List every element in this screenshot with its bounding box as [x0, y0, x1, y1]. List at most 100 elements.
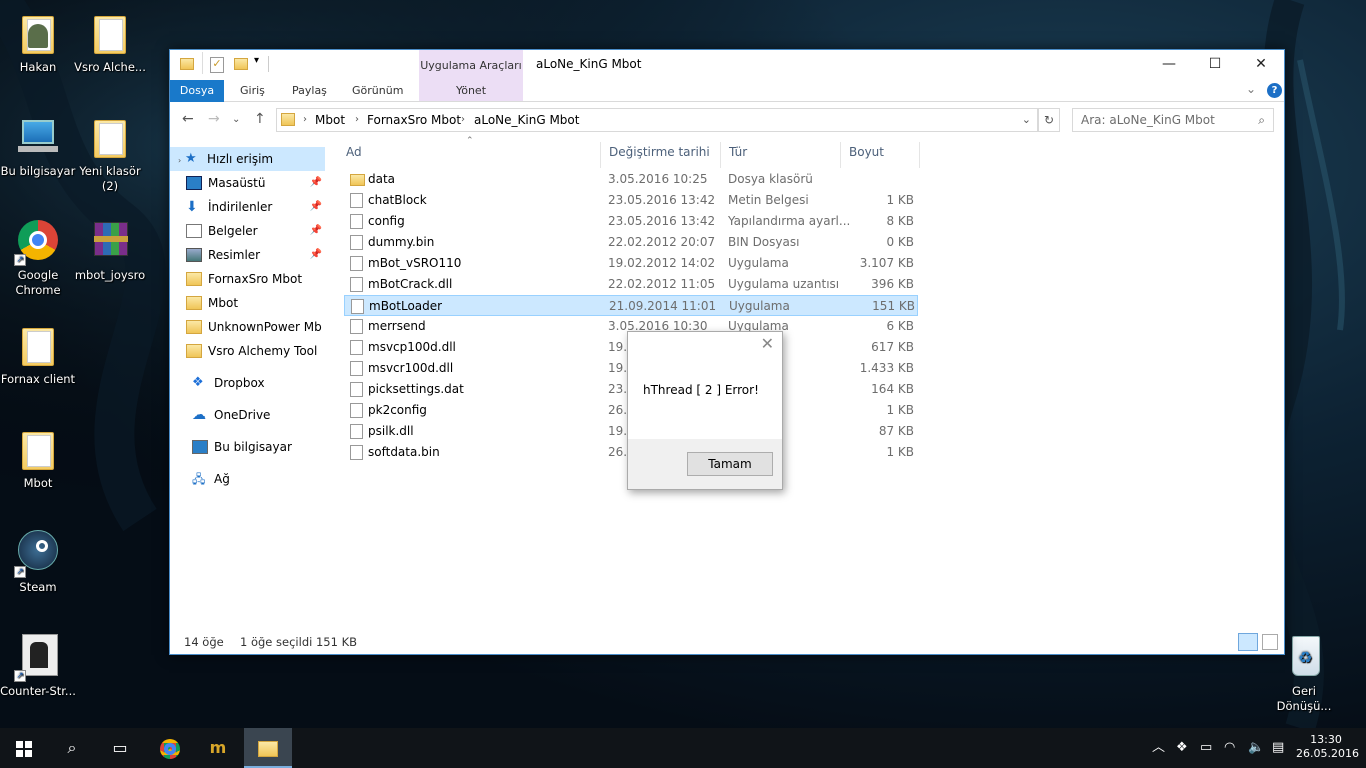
taskbar: ⌕ ▭ m ︿ ❖ ▭ ◠ 🔈 ▤ 13:30 26.05.2016	[0, 728, 1366, 768]
start-button[interactable]	[0, 728, 48, 768]
file-row[interactable]: data 3.05.2016 10:25 Dosya klasörü	[344, 169, 918, 190]
desktop-icon-hakan[interactable]: Hakan	[0, 10, 76, 75]
show-hidden-icons[interactable]: ︿	[1152, 728, 1165, 768]
desktop-icon-vsro-alche[interactable]: Vsro Alche...	[72, 10, 148, 75]
help-icon[interactable]: ?	[1267, 83, 1282, 98]
folder-icon	[14, 426, 62, 474]
sidebar-item-bu-bilgisayar[interactable]: Bu bilgisayar	[192, 435, 332, 459]
chevron-right-icon[interactable]: ›	[461, 109, 465, 131]
explorer-taskbar-icon[interactable]	[244, 728, 292, 768]
address-bar[interactable]: › Mbot › FornaxSro Mbot › aLoNe_KinG Mbo…	[276, 108, 1038, 132]
desktop-icon-google-chrome[interactable]: ↗ Google Chrome	[0, 218, 76, 298]
dialog-close-icon[interactable]: ✕	[761, 334, 774, 353]
navigation-pane: › ★ Hızlı erişim Masaüstü 📌 ⬇ İndirilenler 📌…	[170, 145, 327, 625]
folder-icon	[350, 174, 365, 186]
column-header-size[interactable]: Boyut	[840, 142, 920, 168]
sidebar-item-ag[interactable]: 🖧 Ağ	[192, 467, 332, 491]
forward-icon[interactable]: →	[208, 111, 220, 127]
file-size: 617 KB	[871, 340, 914, 354]
file-row[interactable]: mBotLoader 21.09.2014 11:01 Uygulama 151 KB	[344, 295, 918, 316]
file-size: 151 KB	[872, 299, 915, 313]
sidebar-item-vsro-alchemy-tool[interactable]: Vsro Alchemy Tool	[186, 339, 326, 363]
sidebar-item-masaustu[interactable]: Masaüstü 📌	[186, 171, 326, 195]
ribbon-expand-icon[interactable]: ⌄	[1246, 82, 1256, 96]
task-view-icon[interactable]: ▭	[96, 728, 144, 768]
search-input[interactable]: Ara: aLoNe_KinG Mbot ⌕	[1072, 108, 1274, 132]
ok-button[interactable]: Tamam	[687, 452, 773, 476]
sidebar-item-indirilenler[interactable]: ⬇ İndirilenler 📌	[186, 195, 326, 219]
recent-locations-icon[interactable]: ⌄	[232, 114, 240, 125]
search-icon: ⌕	[1258, 113, 1265, 127]
up-icon[interactable]: ↑	[254, 111, 266, 127]
file-row[interactable]: config 23.05.2016 13:42 Yapılandırma ayarl…	[344, 211, 918, 232]
desktop-icon-counter-strike[interactable]: ↗ Counter-Str...	[0, 634, 76, 699]
maximize-button[interactable]: ☐	[1192, 50, 1238, 80]
file-size: 8 KB	[886, 214, 914, 228]
volume-icon[interactable]: 🔈	[1248, 728, 1264, 768]
desktop-icon-bu-bilgisayar[interactable]: Bu bilgisayar	[0, 114, 76, 179]
sidebar-item-hizli-erisim[interactable]: › ★ Hızlı erişim	[178, 147, 318, 171]
sidebar-item-dropbox[interactable]: ❖ Dropbox	[192, 371, 332, 395]
sidebar-item-label: İndirilenler	[208, 200, 273, 214]
breadcrumb-mbot[interactable]: Mbot	[315, 109, 345, 131]
pictures-icon	[186, 247, 202, 262]
wifi-icon[interactable]: ◠	[1224, 728, 1235, 768]
details-view-icon[interactable]	[1238, 633, 1258, 651]
desktop-icon-yeni-klasor[interactable]: Yeni klasör (2)	[72, 114, 148, 194]
chevron-right-icon[interactable]: ›	[355, 109, 359, 131]
properties-icon[interactable]: ✓	[210, 57, 224, 73]
breadcrumb-alone-king-mbot[interactable]: aLoNe_KinG Mbot	[474, 109, 579, 131]
notifications-icon[interactable]: ▤	[1272, 728, 1284, 768]
desktop-icon-fornax-client[interactable]: Fornax client	[0, 322, 76, 387]
file-row[interactable]: chatBlock 23.05.2016 13:42 Metin Belgesi 1 …	[344, 190, 918, 211]
sidebar-item-label: Ağ	[214, 472, 230, 486]
column-header-date[interactable]: Değiştirme tarihi	[600, 142, 710, 168]
tab-paylas[interactable]: Paylaş	[280, 80, 339, 102]
desktop-icon-steam[interactable]: ↗ Steam	[0, 530, 76, 595]
file-icon	[350, 424, 363, 439]
file-row[interactable]: mBot_vSRO110 19.02.2012 14:02 Uygulama 3.10…	[344, 253, 918, 274]
large-icons-view-icon[interactable]	[1262, 634, 1278, 650]
file-icon	[350, 256, 363, 271]
file-name: softdata.bin	[368, 445, 440, 459]
mbot-taskbar-icon[interactable]: m	[194, 728, 242, 768]
address-row: ← → ⌄ ↑ › Mbot › FornaxSro Mbot › aLoNe_…	[170, 102, 1284, 140]
recycle-bin-icon: ♻	[1280, 634, 1328, 682]
new-folder-icon[interactable]	[234, 58, 248, 70]
pin-icon: 📌	[309, 225, 322, 236]
search-icon[interactable]: ⌕	[48, 728, 96, 768]
sidebar-item-belgeler[interactable]: Belgeler 📌	[186, 219, 326, 243]
quick-access-dropdown-icon[interactable]: ▾	[254, 55, 259, 66]
file-row[interactable]: dummy.bin 22.02.2012 20:07 BIN Dosyası 0 KB	[344, 232, 918, 253]
clock[interactable]: 13:30 26.05.2016	[1296, 733, 1359, 768]
desktop-icon-mbot[interactable]: Mbot	[0, 426, 76, 491]
chrome-taskbar-icon[interactable]	[146, 728, 194, 768]
dropbox-tray-icon[interactable]: ❖	[1176, 728, 1188, 768]
column-header-type[interactable]: Tür	[720, 142, 747, 168]
back-icon[interactable]: ←	[182, 111, 194, 127]
sidebar-item-label: Masaüstü	[208, 176, 266, 190]
file-row[interactable]: mBotCrack.dll 22.02.2012 11:05 Uygulama uz…	[344, 274, 918, 295]
desktop-icon-label: Bu bilgisayar	[0, 164, 76, 178]
chevron-right-icon[interactable]: ›	[303, 109, 307, 131]
sidebar-item-onedrive[interactable]: ☁ OneDrive	[192, 403, 332, 427]
download-icon: ⬇	[186, 198, 198, 215]
close-button[interactable]: ✕	[1238, 50, 1284, 80]
sidebar-item-fornaxsro-mbot[interactable]: FornaxSro Mbot	[186, 267, 326, 291]
refresh-icon[interactable]: ↻	[1038, 108, 1060, 132]
tab-dosya[interactable]: Dosya	[170, 80, 224, 102]
desktop-icon-mbot-joysro[interactable]: mbot_joysro	[72, 218, 148, 283]
file-date: 21.09.2014 11:01	[609, 299, 717, 313]
computer-icon	[192, 439, 208, 454]
sidebar-item-unknownpower[interactable]: UnknownPower Mb	[186, 315, 326, 339]
address-dropdown-icon[interactable]: ⌄	[1022, 109, 1031, 131]
minimize-button[interactable]: —	[1146, 50, 1192, 80]
sidebar-item-resimler[interactable]: Resimler 📌	[186, 243, 326, 267]
breadcrumb-fornaxsro-mbot[interactable]: FornaxSro Mbot	[367, 109, 461, 131]
tab-giris[interactable]: Giriş	[228, 80, 277, 102]
column-header-name[interactable]: Ad	[346, 142, 362, 168]
tab-gorunum[interactable]: Görünüm	[340, 80, 415, 102]
battery-icon[interactable]: ▭	[1200, 728, 1212, 768]
sidebar-item-mbot[interactable]: Mbot	[186, 291, 326, 315]
file-size: 396 KB	[871, 277, 914, 291]
